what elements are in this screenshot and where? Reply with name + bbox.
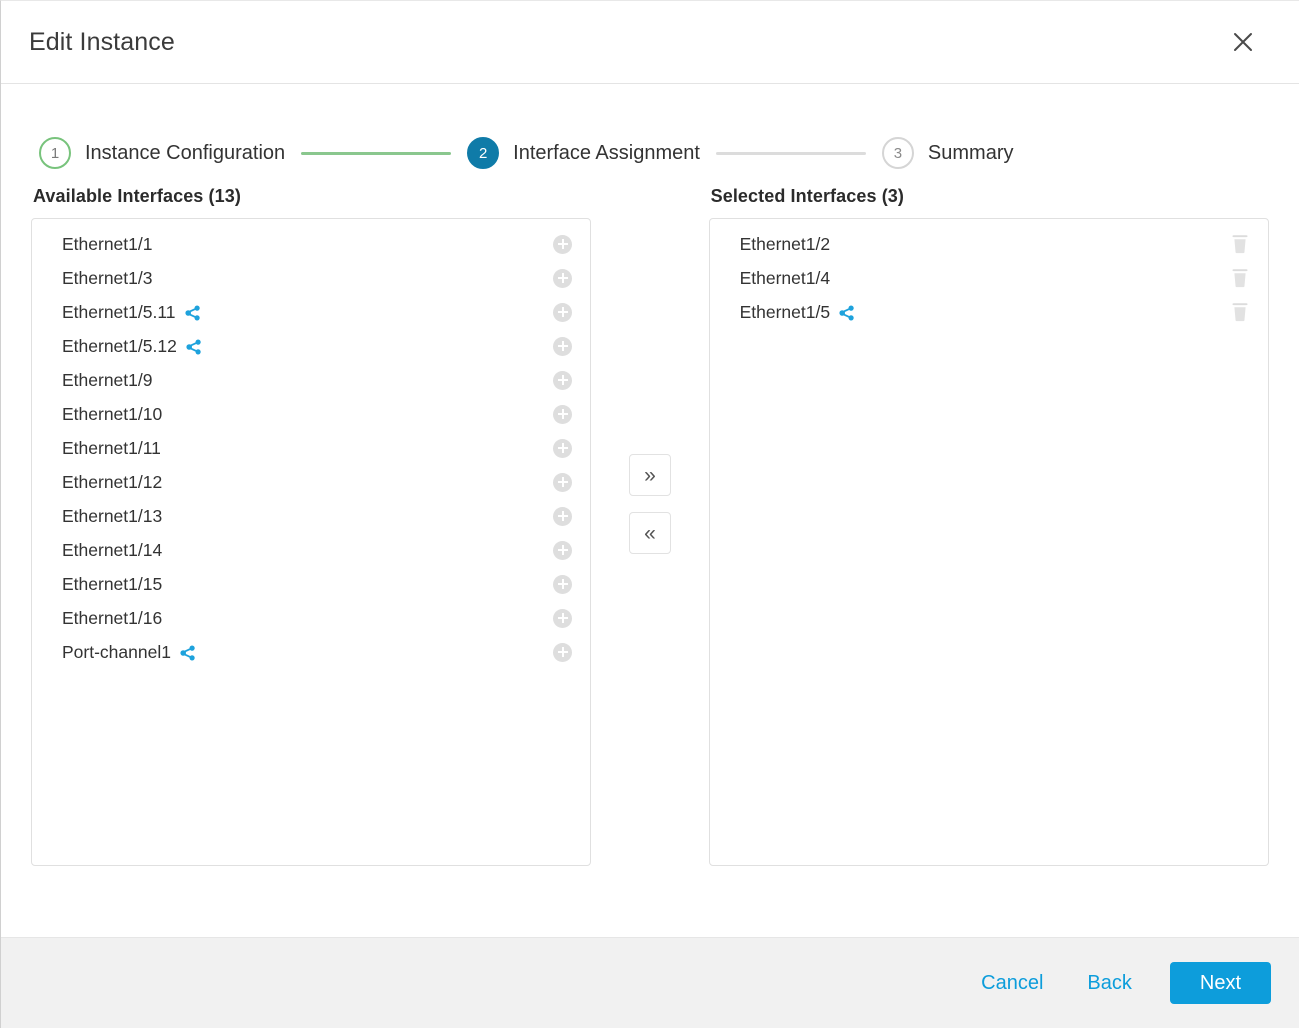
interface-name: Ethernet1/9 (62, 369, 153, 390)
next-button[interactable]: Next (1169, 962, 1271, 1004)
interface-row[interactable]: Ethernet1/5 (710, 295, 1268, 329)
share-icon (180, 645, 196, 661)
plus-circle-icon[interactable] (553, 608, 573, 628)
dual-list-panels: Available Interfaces (13) Ethernet1/1 Eth… (31, 186, 1269, 937)
close-button[interactable] (1223, 22, 1263, 62)
step-instance-configuration[interactable]: 1 Instance Configuration (39, 137, 285, 169)
plus-circle-icon[interactable] (553, 642, 573, 662)
delete-interface-button[interactable] (1231, 302, 1252, 322)
interface-row[interactable]: Ethernet1/14 (32, 533, 590, 567)
back-button[interactable]: Back (1065, 962, 1153, 1005)
close-icon (1231, 30, 1255, 54)
trash-icon (1232, 303, 1248, 322)
interface-row[interactable]: Ethernet1/1 (32, 227, 590, 261)
plus-circle-icon[interactable] (553, 268, 573, 288)
move-all-left-button[interactable]: « (629, 512, 671, 554)
plus-circle-icon[interactable] (553, 506, 573, 526)
stepper-connector-2 (715, 151, 866, 155)
stepper-connector-1 (301, 151, 452, 155)
available-interfaces-title: Available Interfaces (13) (33, 186, 241, 206)
interface-name: Ethernet1/3 (62, 267, 153, 288)
dialog-body: Available Interfaces (13) Ethernet1/1 Eth… (1, 186, 1299, 937)
trash-icon (1232, 235, 1248, 254)
plus-circle-icon[interactable] (553, 574, 573, 594)
plus-circle-icon[interactable] (553, 472, 573, 492)
selected-interfaces-title: Selected Interfaces (3) (710, 186, 904, 206)
available-interfaces-list[interactable]: Ethernet1/1 Ethernet1/3 Ethernet1/5.11 Ethe… (31, 218, 592, 866)
step-2-label: Interface Assignment (513, 141, 700, 164)
step-summary[interactable]: 3 Summary (881, 137, 1014, 169)
dialog-header: Edit Instance (1, 1, 1299, 84)
interface-name: Ethernet1/16 (62, 607, 163, 628)
interface-name: Ethernet1/5.11 (62, 301, 176, 322)
selected-interfaces-panel: Selected Interfaces (3) Ethernet1/2 Ether… (708, 186, 1269, 866)
interface-name: Ethernet1/12 (62, 471, 163, 492)
edit-instance-dialog: Edit Instance 1 Instance Configuration 2… (0, 0, 1299, 1028)
interface-row[interactable]: Ethernet1/13 (32, 499, 590, 533)
step-3-badge: 3 (881, 137, 914, 169)
selected-interfaces-list[interactable]: Ethernet1/2 Ethernet1/4 Ethernet1/5 (708, 218, 1269, 866)
plus-circle-icon[interactable] (553, 540, 573, 560)
wizard-stepper: 1 Instance Configuration 2 Interface Ass… (1, 84, 1299, 186)
delete-interface-button[interactable] (1231, 234, 1252, 254)
plus-circle-icon[interactable] (553, 336, 573, 356)
interface-row[interactable]: Ethernet1/2 (710, 227, 1268, 261)
available-interfaces-panel: Available Interfaces (13) Ethernet1/1 Eth… (31, 186, 592, 866)
interface-row[interactable]: Ethernet1/11 (32, 431, 590, 465)
delete-interface-button[interactable] (1231, 268, 1252, 288)
interface-name: Ethernet1/1 (62, 233, 153, 254)
share-icon (184, 305, 201, 321)
interface-name: Ethernet1/5.12 (62, 335, 177, 356)
interface-name: Port-channel1 (62, 641, 171, 662)
share-icon (186, 339, 202, 355)
interface-name: Ethernet1/15 (62, 573, 163, 594)
interface-name: Ethernet1/11 (62, 437, 161, 458)
interface-name: Ethernet1/4 (739, 267, 831, 288)
transfer-controls: » « (591, 186, 708, 554)
interface-name: Ethernet1/14 (62, 539, 163, 560)
step-1-badge: 1 (39, 137, 71, 169)
interface-row[interactable]: Ethernet1/3 (32, 261, 590, 295)
step-3-label: Summary (927, 141, 1014, 164)
interface-name: Ethernet1/2 (739, 233, 831, 254)
interface-name: Ethernet1/10 (62, 403, 163, 424)
interface-row[interactable]: Ethernet1/10 (32, 397, 590, 431)
plus-circle-icon[interactable] (553, 438, 573, 458)
interface-row[interactable]: Ethernet1/9 (32, 363, 590, 397)
interface-name: Ethernet1/5 (739, 301, 831, 322)
interface-row[interactable]: Ethernet1/15 (32, 567, 590, 601)
step-1-label: Instance Configuration (85, 141, 286, 164)
cancel-button[interactable]: Cancel (959, 962, 1065, 1005)
dialog-title: Edit Instance (29, 27, 175, 56)
interface-name: Ethernet1/13 (62, 505, 163, 526)
plus-circle-icon[interactable] (553, 370, 573, 390)
trash-icon (1232, 269, 1248, 288)
dialog-footer: Cancel Back Next (1, 937, 1299, 1028)
share-icon (839, 305, 855, 321)
move-all-right-button[interactable]: » (629, 454, 671, 496)
step-2-badge: 2 (467, 137, 500, 169)
plus-circle-icon[interactable] (553, 302, 573, 322)
interface-row[interactable]: Ethernet1/5.12 (32, 329, 590, 363)
interface-row[interactable]: Ethernet1/16 (32, 601, 590, 635)
step-interface-assignment[interactable]: 2 Interface Assignment (467, 137, 700, 169)
interface-row[interactable]: Ethernet1/5.11 (32, 295, 590, 329)
plus-circle-icon[interactable] (553, 404, 573, 424)
interface-row[interactable]: Ethernet1/12 (32, 465, 590, 499)
interface-row[interactable]: Port-channel1 (32, 635, 590, 669)
interface-row[interactable]: Ethernet1/4 (710, 261, 1268, 295)
plus-circle-icon[interactable] (553, 234, 573, 254)
